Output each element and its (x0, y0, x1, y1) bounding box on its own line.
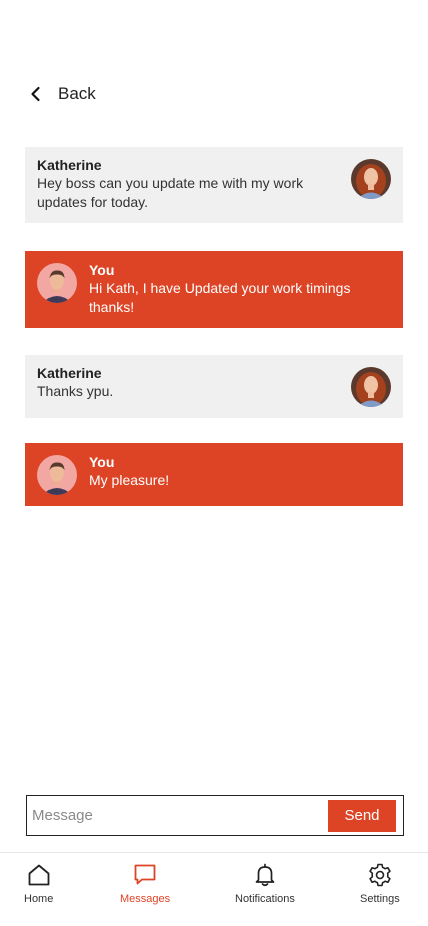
sender-name: You (89, 454, 115, 470)
chevron-left-icon (31, 86, 40, 102)
gear-icon (369, 863, 391, 887)
sender-name: You (89, 262, 115, 278)
message-text: Hi Kath, I have Updated your work timing… (89, 280, 351, 315)
message-outgoing: You Hi Kath, I have Updated your work ti… (25, 251, 403, 328)
message-input[interactable] (32, 807, 328, 824)
tab-label: Home (24, 893, 54, 905)
sender-name: Katherine (37, 365, 102, 381)
avatar-katherine (351, 159, 391, 199)
message-text: My pleasure! (89, 472, 170, 488)
tab-notifications[interactable]: Notifications (235, 862, 295, 905)
bottom-tab-bar: Home Messages Notifications Settings (0, 853, 428, 926)
message-incoming: Katherine Hey boss can you update me wit… (25, 147, 403, 223)
tab-settings[interactable]: Settings (360, 862, 400, 905)
back-label: Back (58, 84, 96, 103)
tab-label: Notifications (235, 893, 295, 905)
send-button[interactable]: Send (328, 799, 396, 832)
tab-messages[interactable]: Messages (120, 862, 170, 905)
sender-name: Katherine (37, 157, 102, 173)
message-text: Hey boss can you update me with my work … (37, 175, 304, 210)
message-text: Thanks ypu. (37, 383, 114, 399)
tab-label: Settings (360, 893, 400, 905)
avatar-you (37, 263, 77, 303)
back-button[interactable]: Back (26, 84, 96, 104)
message-outgoing: You My pleasure! (25, 443, 403, 506)
avatar-katherine (351, 367, 391, 407)
message-incoming: Katherine Thanks ypu. (25, 355, 403, 418)
tab-home[interactable]: Home (24, 862, 53, 905)
bell-icon (255, 863, 275, 887)
tab-label: Messages (120, 893, 171, 905)
message-composer: Send (26, 795, 404, 836)
avatar-you (37, 455, 77, 495)
home-icon (28, 864, 50, 886)
chat-bubble-icon (134, 864, 156, 885)
